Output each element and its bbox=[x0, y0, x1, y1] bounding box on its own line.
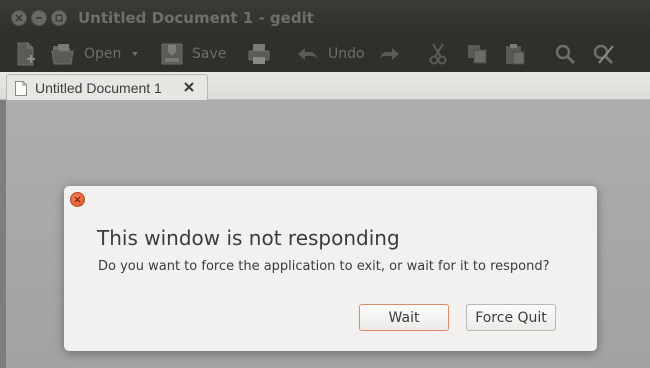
new-document-button[interactable] bbox=[14, 40, 38, 68]
save-icon bbox=[161, 43, 183, 65]
cut-button[interactable] bbox=[427, 40, 449, 68]
find-replace-icon bbox=[593, 44, 614, 65]
open-recent-dropdown[interactable] bbox=[129, 40, 141, 68]
force-quit-button[interactable]: Force Quit bbox=[466, 304, 556, 331]
undo-button[interactable]: Undo bbox=[296, 40, 365, 68]
chevron-down-icon bbox=[132, 52, 138, 56]
find-button[interactable] bbox=[553, 40, 577, 68]
copy-icon bbox=[468, 45, 487, 64]
new-document-icon bbox=[17, 42, 35, 66]
minimize-icon bbox=[36, 17, 42, 19]
dialog-message: Do you want to force the application to … bbox=[98, 259, 550, 274]
open-folder-icon bbox=[51, 44, 74, 65]
print-button[interactable] bbox=[246, 40, 272, 68]
save-button[interactable]: Save bbox=[160, 40, 226, 68]
close-icon bbox=[74, 196, 81, 203]
window-close-button[interactable] bbox=[11, 10, 27, 26]
find-replace-button[interactable] bbox=[591, 40, 617, 68]
save-label: Save bbox=[192, 46, 227, 62]
redo-button[interactable] bbox=[377, 40, 401, 68]
window-maximize-button[interactable] bbox=[51, 10, 67, 26]
open-button[interactable]: Open bbox=[50, 40, 121, 68]
window-title: Untitled Document 1 - gedit bbox=[78, 9, 314, 27]
title-bar: Untitled Document 1 - gedit bbox=[0, 0, 650, 36]
maximize-icon bbox=[55, 14, 63, 22]
toolbar: Open Save Undo bbox=[0, 36, 650, 72]
tab-bar: Untitled Document 1 bbox=[0, 72, 650, 101]
close-icon[interactable] bbox=[183, 81, 195, 93]
paste-button[interactable] bbox=[503, 40, 527, 68]
gedit-window: Untitled Document 1 - gedit Open Save Un… bbox=[0, 0, 650, 368]
tab-label: Untitled Document 1 bbox=[35, 80, 162, 96]
open-label: Open bbox=[84, 46, 122, 62]
undo-icon bbox=[298, 48, 317, 61]
print-icon bbox=[248, 44, 270, 64]
redo-icon bbox=[380, 48, 399, 61]
document-icon bbox=[15, 80, 27, 96]
close-icon bbox=[15, 14, 23, 22]
wait-button[interactable]: Wait bbox=[359, 304, 449, 331]
cut-icon bbox=[429, 43, 447, 65]
dialog-title: This window is not responding bbox=[97, 226, 400, 250]
search-icon bbox=[555, 44, 576, 65]
not-responding-dialog: This window is not responding Do you wan… bbox=[64, 186, 597, 351]
copy-button[interactable] bbox=[465, 40, 489, 68]
tab-untitled-document-1[interactable]: Untitled Document 1 bbox=[6, 74, 208, 101]
undo-label: Undo bbox=[328, 46, 365, 62]
dialog-close-button[interactable] bbox=[70, 192, 85, 207]
paste-icon bbox=[506, 44, 525, 65]
window-minimize-button[interactable] bbox=[31, 10, 47, 26]
